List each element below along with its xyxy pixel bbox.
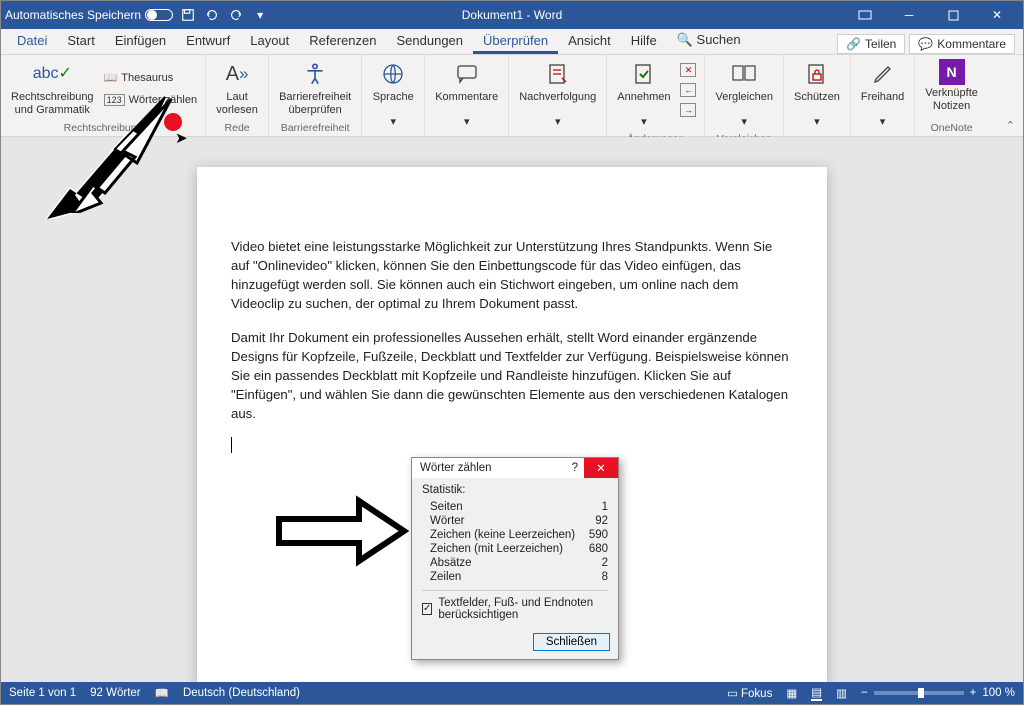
undo-icon[interactable] xyxy=(203,6,221,24)
comments-button[interactable]: 💬 Kommentare xyxy=(909,34,1015,54)
thesaurus-button[interactable]: 📖Thesaurus xyxy=(102,69,200,86)
stat-row: Zeichen (keine Leerzeichen)590 xyxy=(422,528,608,542)
spelling-icon: abc✓ xyxy=(36,59,68,89)
ink-button[interactable]: Freihand▾ xyxy=(857,57,908,131)
tracking-button[interactable]: Nachverfolgung▾ xyxy=(515,57,600,131)
ribbon-tabs: Datei Start Einfügen Entwurf Layout Refe… xyxy=(1,29,1023,55)
focus-mode-button[interactable]: ▭ Fokus xyxy=(727,686,772,700)
next-change-button[interactable]: → xyxy=(678,101,698,119)
text-cursor xyxy=(231,437,793,453)
word-count-dialog: Wörter zählen ? ✕ Statistik: Seiten1Wört… xyxy=(411,457,619,660)
group-label: Rechtschreibung xyxy=(64,120,143,136)
comment-icon xyxy=(451,59,483,89)
stat-row: Zeilen8 xyxy=(422,570,608,584)
tab-referenzen[interactable]: Referenzen xyxy=(299,29,386,54)
accept-button[interactable]: Annehmen▾ xyxy=(613,57,674,131)
save-icon[interactable] xyxy=(179,6,197,24)
accessibility-button[interactable]: Barrierefreiheit überprüfen xyxy=(275,57,355,120)
zoom-in-icon[interactable]: + xyxy=(970,687,977,699)
pen-icon xyxy=(867,59,899,89)
collapse-ribbon-icon[interactable]: ⌃ xyxy=(1006,119,1015,132)
reject-icon: ✕ xyxy=(680,63,696,77)
annotation-small-cursor-icon: ➤ xyxy=(175,129,188,147)
group-label: Barrierefreiheit xyxy=(281,120,350,136)
spelling-grammar-button[interactable]: abc✓ Rechtschreibung und Grammatik xyxy=(7,57,98,120)
view-web-icon[interactable]: ▥ xyxy=(836,686,847,700)
compare-icon xyxy=(728,59,760,89)
share-button[interactable]: 🔗 Teilen xyxy=(837,34,905,54)
paragraph[interactable]: Damit Ihr Dokument ein professionelles A… xyxy=(231,328,793,424)
search-box[interactable]: 🔍 Suchen xyxy=(667,28,751,54)
read-aloud-button[interactable]: A» Laut vorlesen xyxy=(212,57,262,120)
zoom-level[interactable]: 100 % xyxy=(982,687,1015,699)
tab-layout[interactable]: Layout xyxy=(240,29,299,54)
status-word-count[interactable]: 92 Wörter xyxy=(90,687,141,699)
group-label: Rede xyxy=(225,120,250,136)
prev-icon: ← xyxy=(680,83,696,97)
word-count-button[interactable]: 123Wörter zählen xyxy=(102,92,200,108)
stat-row: Seiten1 xyxy=(422,500,608,514)
linked-notes-button[interactable]: N Verknüpfte Notizen xyxy=(921,57,982,120)
ribbon: abc✓ Rechtschreibung und Grammatik 📖Thes… xyxy=(1,55,1023,137)
tab-hilfe[interactable]: Hilfe xyxy=(621,29,667,54)
stat-row: Absätze2 xyxy=(422,556,608,570)
status-language[interactable]: Deutsch (Deutschland) xyxy=(183,687,300,699)
stat-row: Wörter92 xyxy=(422,514,608,528)
tab-sendungen[interactable]: Sendungen xyxy=(387,29,474,54)
paragraph[interactable]: Video bietet eine leistungsstarke Möglic… xyxy=(231,237,793,314)
language-button[interactable]: Sprache▾ xyxy=(368,57,418,131)
include-textboxes-checkbox[interactable]: ✓ Textfelder, Fuß- und Endnoten berücksi… xyxy=(422,590,608,621)
globe-icon xyxy=(377,59,409,89)
title-bar: Automatisches Speichern ▾ Dokument1 - Wo… xyxy=(1,1,1023,29)
reject-button[interactable]: ✕ xyxy=(678,61,698,79)
qat-dropdown-icon[interactable]: ▾ xyxy=(251,6,269,24)
minimize-icon[interactable]: ─ xyxy=(887,1,931,29)
lock-icon xyxy=(801,59,833,89)
redo-icon[interactable] xyxy=(227,6,245,24)
read-aloud-icon: A» xyxy=(221,59,253,89)
next-icon: → xyxy=(680,103,696,117)
dialog-help-icon[interactable]: ? xyxy=(566,462,584,474)
accept-icon xyxy=(628,59,660,89)
tab-ansicht[interactable]: Ansicht xyxy=(558,29,621,54)
status-spellcheck-icon[interactable]: 📖 xyxy=(155,686,169,700)
book-icon: 📖 xyxy=(104,71,118,84)
tab-datei[interactable]: Datei xyxy=(7,29,57,54)
toggle-off-icon xyxy=(145,9,173,21)
autosave-toggle[interactable]: Automatisches Speichern xyxy=(5,8,173,22)
previous-change-button[interactable]: ← xyxy=(678,81,698,99)
zoom-out-icon[interactable]: − xyxy=(861,687,868,699)
view-read-icon[interactable]: ▦ xyxy=(786,686,797,700)
protect-button[interactable]: Schützen▾ xyxy=(790,57,844,131)
accessibility-icon xyxy=(299,59,331,89)
zoom-slider[interactable]: − + 100 % xyxy=(861,687,1015,699)
status-page[interactable]: Seite 1 von 1 xyxy=(9,687,76,699)
checkbox-checked-icon: ✓ xyxy=(422,603,432,615)
dialog-close-icon[interactable]: ✕ xyxy=(584,458,618,478)
close-icon[interactable]: ✕ xyxy=(975,1,1019,29)
stat-row: Zeichen (mit Leerzeichen)680 xyxy=(422,542,608,556)
tab-ueberpruefen[interactable]: Überprüfen xyxy=(473,29,558,54)
group-label: OneNote xyxy=(931,120,973,136)
ribbon-display-icon[interactable] xyxy=(843,1,887,29)
tab-start[interactable]: Start xyxy=(57,29,104,54)
dialog-close-button[interactable]: Schließen xyxy=(533,633,610,651)
tracking-icon xyxy=(542,59,574,89)
stat-header: Statistik: xyxy=(422,484,608,496)
onenote-icon: N xyxy=(939,59,965,85)
dialog-title: Wörter zählen xyxy=(420,462,566,474)
tab-entwurf[interactable]: Entwurf xyxy=(176,29,240,54)
comments-dropdown-button[interactable]: Kommentare▾ xyxy=(431,57,502,131)
count-icon: 123 xyxy=(104,94,125,106)
tab-einfuegen[interactable]: Einfügen xyxy=(105,29,176,54)
status-bar: Seite 1 von 1 92 Wörter 📖 Deutsch (Deuts… xyxy=(1,682,1023,704)
document-title: Dokument1 - Word xyxy=(462,8,562,22)
maximize-icon[interactable] xyxy=(931,1,975,29)
compare-button[interactable]: Vergleichen▾ xyxy=(711,57,777,131)
view-print-icon[interactable]: ▤ xyxy=(811,685,822,701)
